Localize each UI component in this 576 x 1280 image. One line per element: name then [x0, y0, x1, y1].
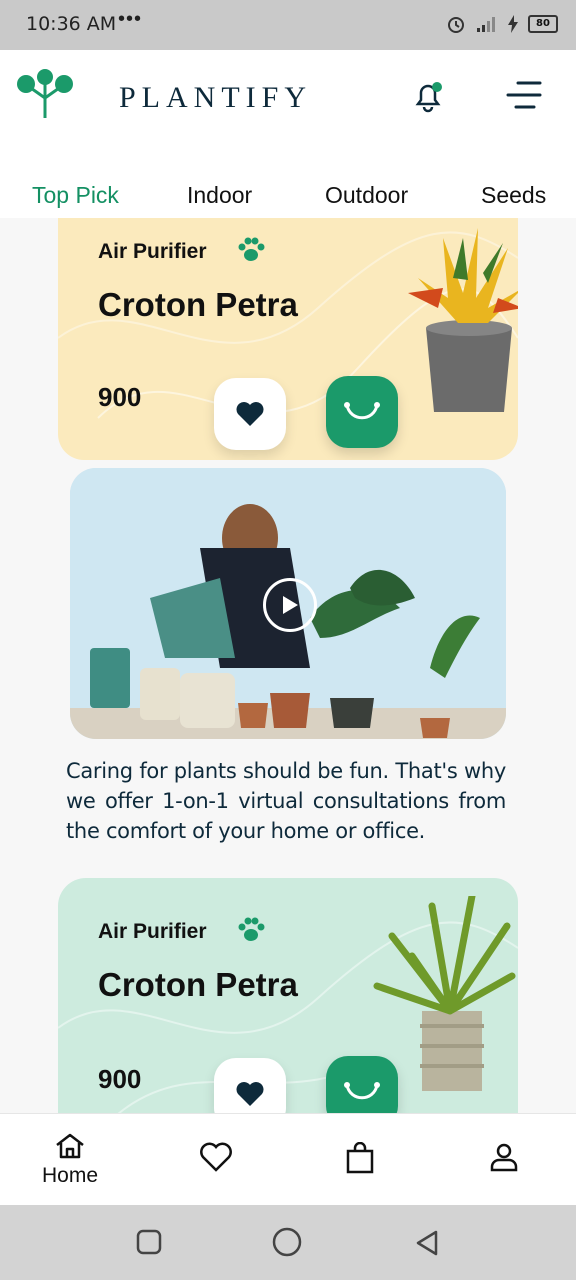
product-card[interactable]: Air Purifier Croton Petra 900	[58, 218, 518, 460]
product-price: 900	[98, 382, 142, 412]
product-name: Croton Petra	[98, 966, 298, 1003]
status-bar: 10:36 AM ••• 80	[0, 0, 576, 50]
recent-apps-icon[interactable]	[136, 1229, 162, 1255]
heart-icon	[236, 402, 264, 426]
back-icon[interactable]	[414, 1229, 440, 1257]
nav-cart[interactable]	[345, 1142, 375, 1174]
croton-plant-image	[408, 228, 518, 412]
status-icons: 80	[446, 14, 558, 34]
app-header: PLANTIFY	[0, 50, 576, 150]
status-time: 10:36 AM	[26, 13, 117, 35]
battery-icon: 80	[528, 15, 558, 33]
nav-home-label: Home	[42, 1164, 99, 1187]
home-circle-icon[interactable]	[272, 1227, 302, 1257]
heart-icon	[236, 1082, 264, 1106]
bag-handle-icon	[344, 402, 380, 420]
add-to-cart-button[interactable]	[326, 376, 398, 448]
product-category: Air Purifier	[98, 920, 207, 943]
menu-icon[interactable]	[506, 80, 542, 110]
fern-plant-image	[373, 896, 516, 1091]
system-navigation-bar	[0, 1205, 576, 1280]
video-caption: Caring for plants should be fun. That's …	[66, 759, 506, 843]
heart-icon	[200, 1142, 232, 1172]
video-player[interactable]	[70, 468, 506, 739]
user-icon	[490, 1143, 518, 1172]
favorite-button[interactable]	[214, 378, 286, 450]
nav-home[interactable]: Home	[42, 1132, 98, 1188]
tab-outdoor[interactable]: Outdoor	[325, 182, 408, 209]
plant-logo-icon[interactable]	[16, 68, 74, 120]
tab-seeds[interactable]: Seeds	[481, 182, 546, 209]
brand-title: PLANTIFY	[119, 81, 313, 114]
category-tabs: Top Pick Indoor Outdoor Seeds	[0, 150, 576, 218]
product-price: 900	[98, 1064, 142, 1094]
play-button[interactable]	[263, 578, 317, 632]
charging-icon	[508, 15, 518, 33]
notification-bell-icon[interactable]	[410, 78, 446, 114]
tab-indoor[interactable]: Indoor	[187, 182, 252, 209]
paw-icon	[238, 237, 265, 261]
nav-profile[interactable]	[489, 1142, 519, 1172]
play-icon	[283, 596, 298, 614]
product-category: Air Purifier	[98, 240, 207, 263]
paw-icon	[238, 917, 265, 941]
product-card[interactable]: Air Purifier Croton Petra 900	[58, 878, 518, 1114]
bag-icon	[346, 1142, 374, 1174]
signal-icon	[477, 17, 495, 32]
favorite-button[interactable]	[214, 1058, 286, 1114]
tab-top-pick[interactable]: Top Pick	[32, 182, 119, 209]
alarm-icon	[448, 17, 464, 33]
nav-favorites[interactable]	[199, 1142, 233, 1172]
home-icon	[56, 1133, 84, 1159]
product-name: Croton Petra	[98, 286, 298, 323]
bottom-navigation: Home	[0, 1113, 576, 1206]
status-dots: •••	[118, 8, 143, 30]
